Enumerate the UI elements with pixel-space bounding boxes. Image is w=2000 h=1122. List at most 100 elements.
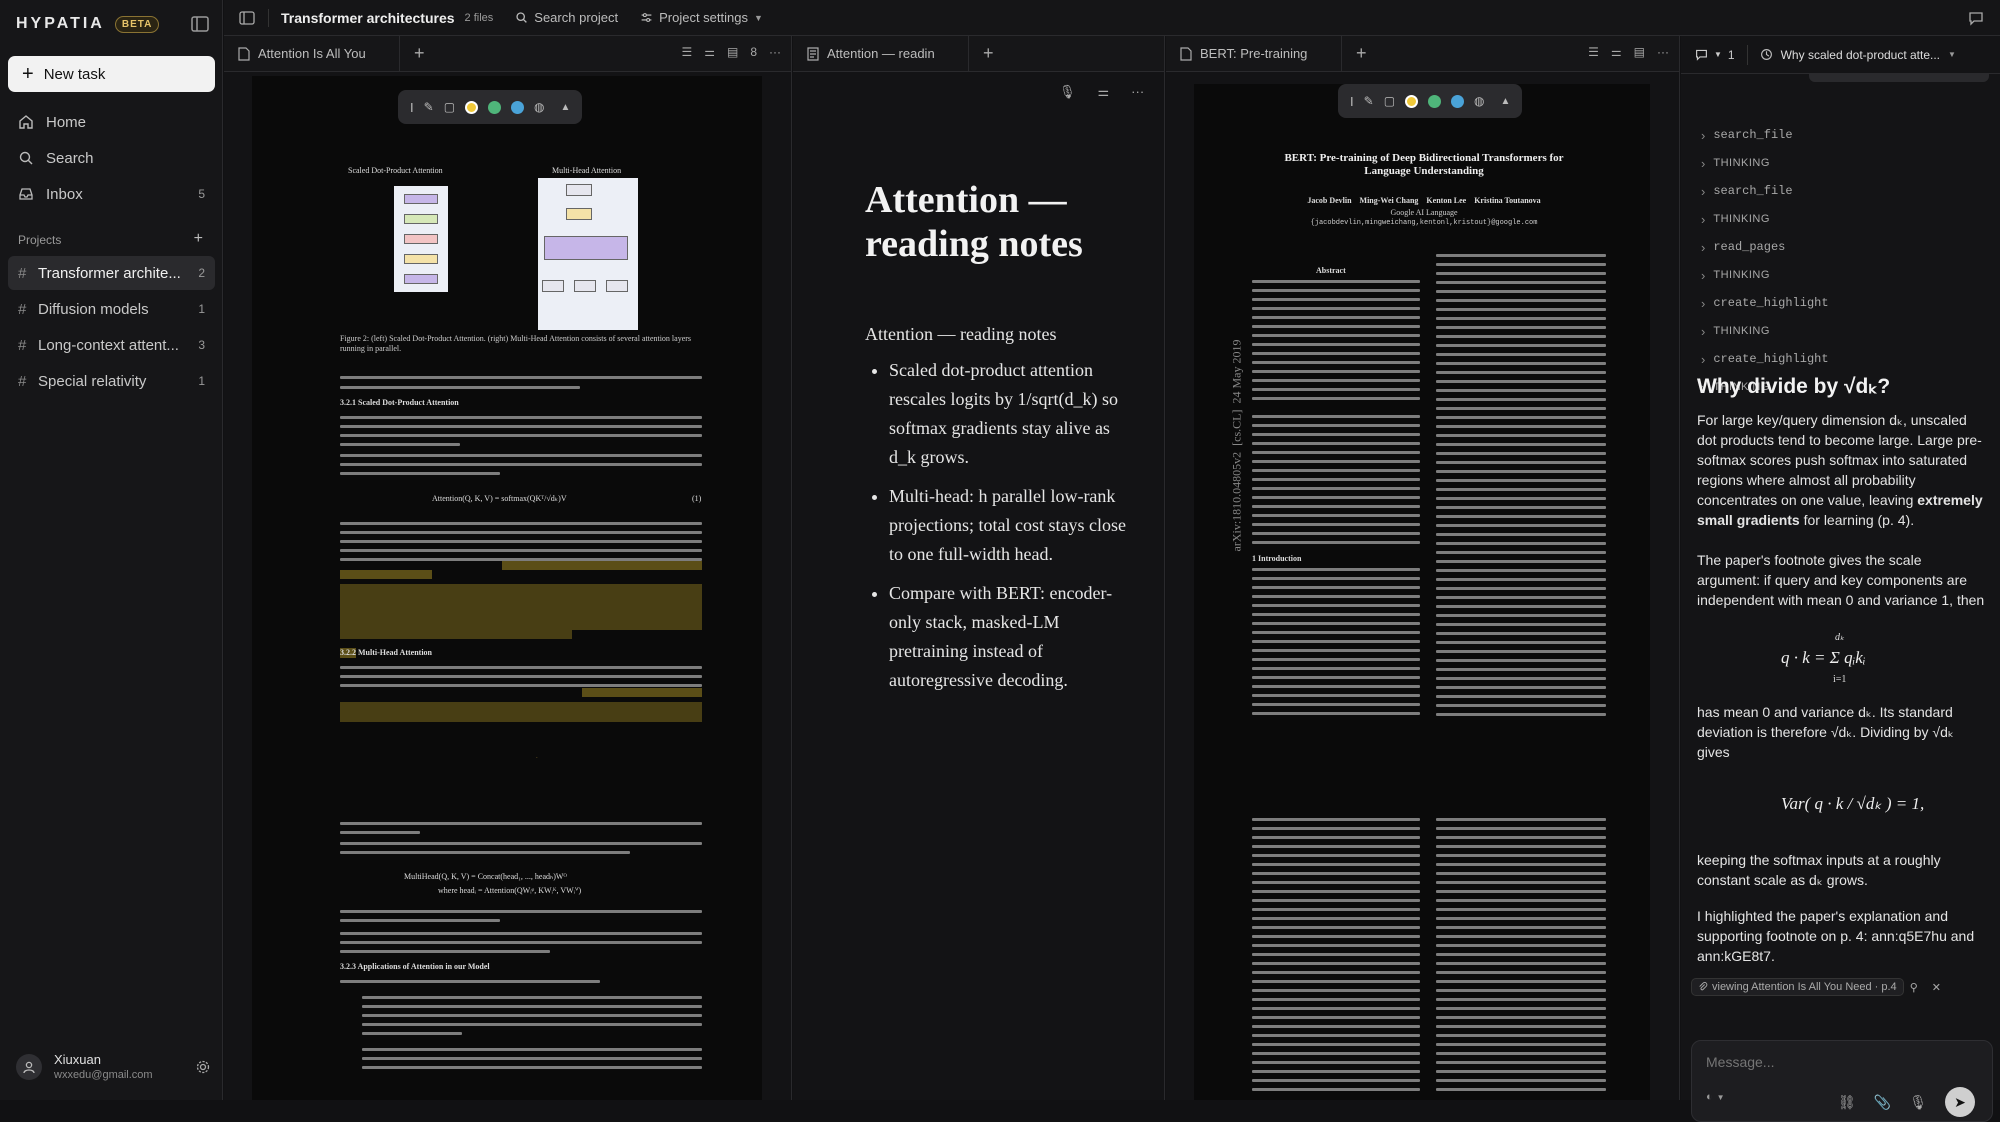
blue-swatch[interactable] [511,100,525,114]
outline-icon[interactable]: ☰ [681,45,692,59]
agent-step[interactable]: › read_pages [1701,236,1785,258]
more-icon[interactable]: ··· [1131,84,1144,100]
more-icon[interactable]: ··· [769,45,781,59]
text-cursor-icon[interactable]: I [410,100,414,115]
send-button[interactable]: ➤ [1945,1087,1975,1117]
logo-wordmark: HYPATIA [16,15,105,32]
project-transformer-architectures[interactable]: # Transformer archite... 2 [8,256,215,290]
add-project-icon[interactable]: + [194,231,203,247]
close-icon[interactable]: ✕ [1932,981,1941,994]
attach-icon[interactable]: 📎 [1874,1094,1891,1111]
palette-icon[interactable]: ◍ [1474,94,1484,108]
sliders-icon[interactable]: ⚌ [1098,84,1110,100]
project-diffusion-models[interactable]: # Diffusion models 1 [8,292,215,326]
nav-home[interactable]: Home [8,105,215,139]
highlight[interactable] [502,561,702,570]
list-item[interactable]: Compare with BERT: encoder-only stack, m… [889,579,1129,695]
collapse-sidebar-button[interactable] [189,13,211,35]
text-line [1436,263,1606,266]
link-icon[interactable]: ⛓ [1838,1094,1856,1111]
chat-bubble-icon[interactable] [1968,10,1984,26]
model-selector[interactable]: ◐ ▼ [1706,1091,1725,1103]
app-logo[interactable]: HYPATIA BETA [16,15,160,33]
list-item[interactable]: Scaled dot-product attention rescales lo… [889,356,1129,472]
context-chip[interactable]: viewing Attention Is All You Need · p.4 … [1691,978,1941,996]
pin-icon[interactable]: ⚲ [1910,981,1918,994]
tab-reading-notes[interactable]: Attention — readin [793,35,969,72]
agent-step[interactable]: › search_file [1701,124,1793,146]
highlight[interactable] [340,702,702,722]
microphone-icon[interactable]: 🎙 [1909,1094,1927,1111]
yellow-swatch[interactable] [1405,94,1419,108]
message-input[interactable] [1706,1051,1976,1073]
text-cursor-icon[interactable]: I [1350,94,1354,109]
blue-swatch[interactable] [1451,94,1465,108]
user-icon [23,1061,35,1073]
nav-inbox[interactable]: Inbox 5 [8,177,215,211]
chevron-up-icon[interactable]: ▲ [561,102,571,113]
new-task-button[interactable]: + New task [8,56,215,92]
more-icon[interactable]: ··· [1657,45,1669,59]
gear-icon[interactable] [195,1059,211,1075]
green-swatch[interactable] [1428,94,1442,108]
notes-title[interactable]: Attention — reading notes [865,178,1125,266]
project-settings-button[interactable]: Project settings ▼ [640,10,763,25]
tool-call-label: read_pages [1713,240,1786,254]
list-item[interactable]: Multi-head: h parallel low-rank projecti… [889,482,1129,569]
chevron-right-icon: › [1701,127,1706,143]
agent-step[interactable]: › create_highlight [1701,348,1829,370]
new-tab-button[interactable]: + [983,43,994,64]
agent-step[interactable]: › THINKING [1701,264,1770,286]
tool-call-label: create_highlight [1713,352,1829,366]
highlight[interactable] [340,630,572,639]
panel-layout-icon[interactable] [238,9,256,27]
pen-icon[interactable]: ✎ [1364,94,1374,108]
agent-step[interactable]: › THINKING [1701,208,1770,230]
notes-subtitle[interactable]: Attention — reading notes [865,324,1056,345]
nav-search[interactable]: Search [8,141,215,175]
agent-step[interactable]: › THINKING [1701,152,1770,174]
project-long-context-attention[interactable]: # Long-context attent... 3 [8,328,215,362]
tool-call-label: search_file [1713,128,1793,142]
user-profile[interactable]: Xiuxuan wxxedu@gmail.com [16,1052,211,1081]
box-select-icon[interactable]: ▢ [444,100,455,114]
pen-icon[interactable]: ✎ [424,100,434,114]
palette-icon[interactable]: ◍ [534,100,544,114]
agent-step[interactable]: › THINKING [1701,320,1770,342]
tab-bert-pdf[interactable]: BERT: Pre-training [1166,35,1342,72]
highlight[interactable] [582,688,702,697]
pages-icon[interactable]: ▤ [727,45,738,59]
new-tab-button[interactable]: + [414,43,425,64]
answer-paragraph-1: For large key/query dimension dₖ, unscal… [1697,410,1987,530]
sliders-icon[interactable]: ⚌ [1611,45,1622,59]
search-project-button[interactable]: Search project [515,10,618,25]
project-special-relativity[interactable]: # Special relativity 1 [8,364,215,398]
text-line [1252,586,1420,589]
text-line [1436,998,1606,1001]
agent-step[interactable]: › search_file [1701,180,1793,202]
highlight[interactable] [340,584,702,630]
thread-selector[interactable]: Why scaled dot-product atte... ▼ [1760,48,1956,62]
yellow-swatch[interactable] [465,100,479,114]
text-line [1436,953,1606,956]
text-line [1252,595,1420,598]
new-tab-button[interactable]: + [1356,43,1367,64]
pages-icon[interactable]: ▤ [1634,45,1645,59]
box-select-icon[interactable]: ▢ [1384,94,1395,108]
chat-mode-button[interactable]: ▼ 1 [1695,48,1735,62]
abstract-heading: Abstract [1316,266,1346,275]
microphone-icon[interactable]: 🎙 [1059,84,1076,100]
sliders-icon[interactable]: ⚌ [704,45,715,59]
chat-bubble-icon [1696,49,1707,61]
green-swatch[interactable] [488,100,502,114]
text-line [1252,971,1420,974]
highlight[interactable] [340,570,432,579]
chat-count: 1 [1727,47,1735,62]
text-line [1252,523,1420,526]
bert-emails: {jacobdevlin,mingweichang,kentonl,kristo… [1310,219,1538,227]
outline-icon[interactable]: ☰ [1588,45,1599,59]
tab-attention-pdf[interactable]: Attention Is All You [224,35,400,72]
text-line [1252,1088,1420,1091]
chevron-up-icon[interactable]: ▲ [1501,96,1511,107]
agent-step[interactable]: › create_highlight [1701,292,1829,314]
